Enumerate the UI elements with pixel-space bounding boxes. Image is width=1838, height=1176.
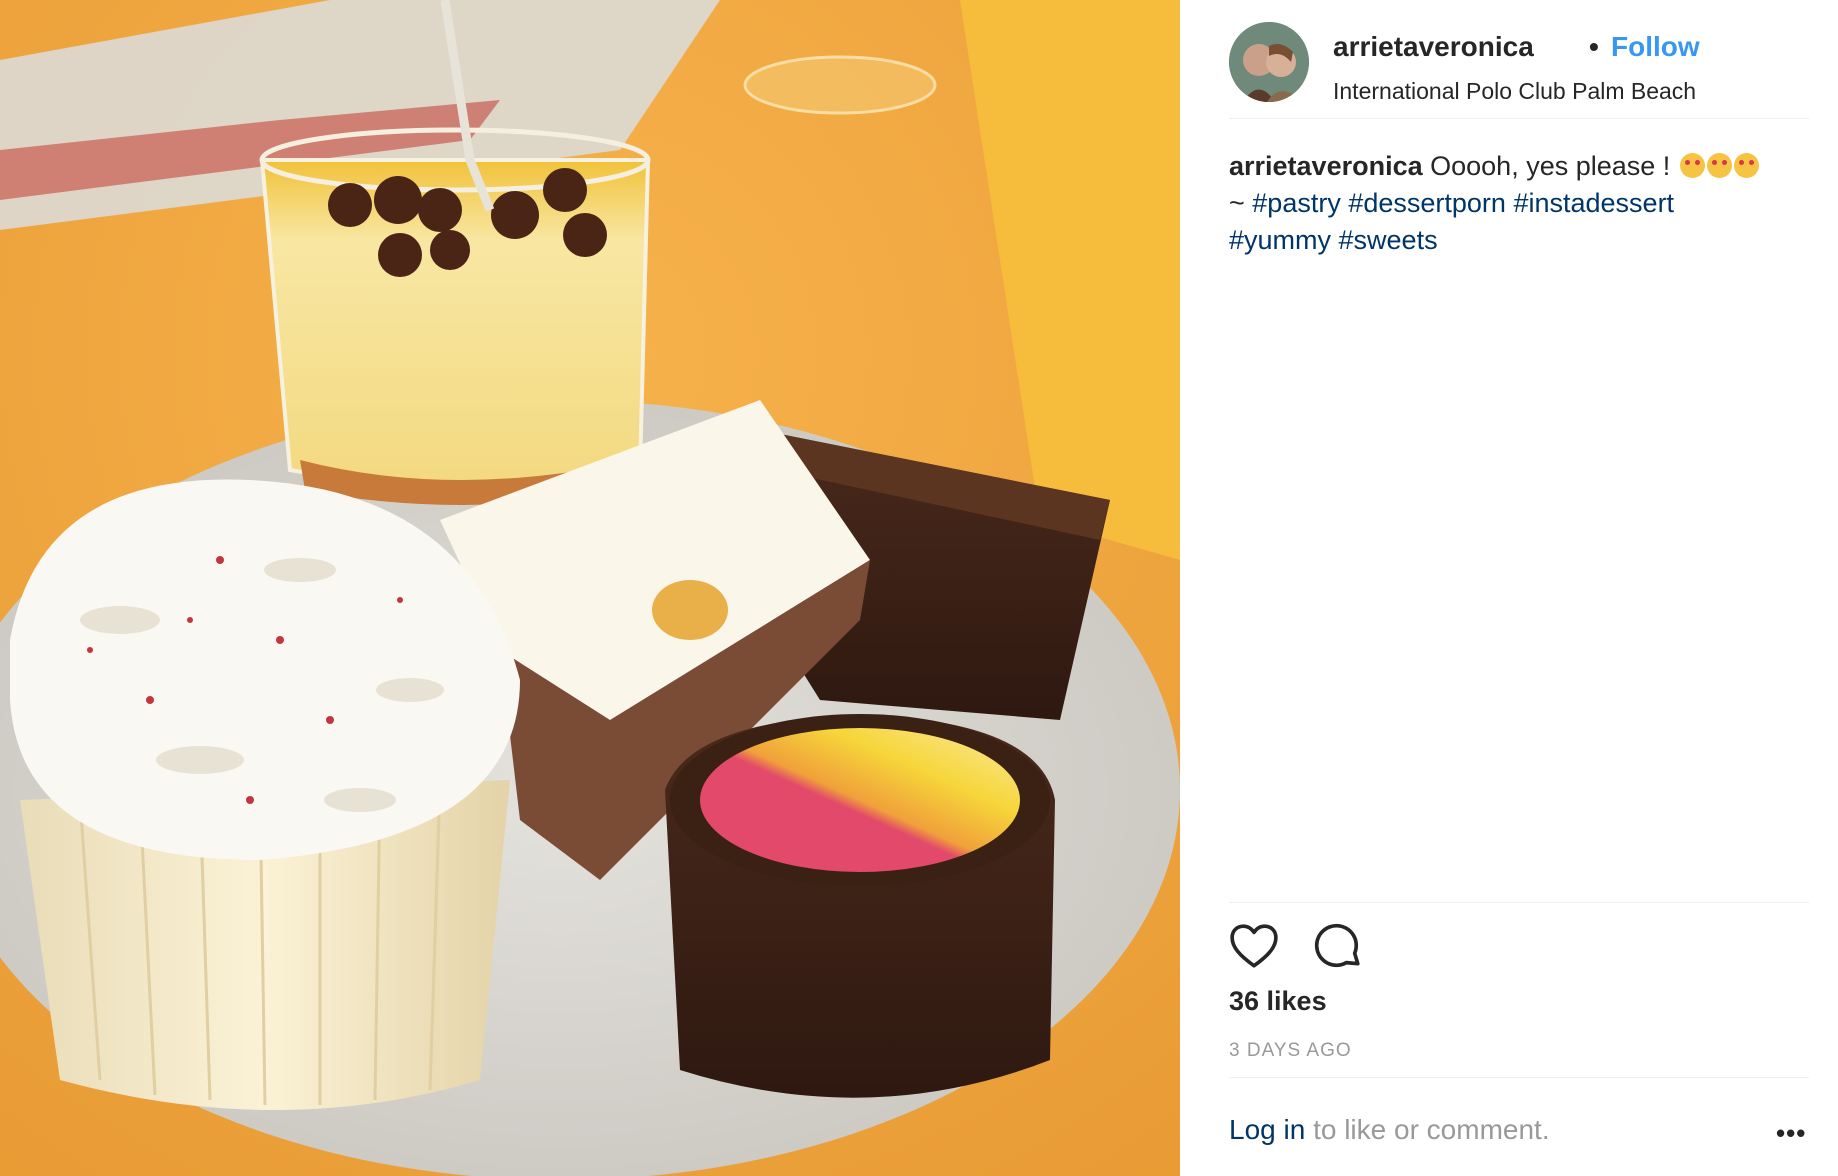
separator-dot: • <box>1589 31 1599 62</box>
hashtag-link[interactable]: #pastry <box>1252 188 1341 218</box>
post-timestamp[interactable]: 3 DAYS AGO <box>1229 1040 1352 1062</box>
instagram-post: arrietaveronica • Follow International P… <box>0 0 1838 1176</box>
login-link[interactable]: Log in <box>1229 1114 1305 1145</box>
post-header: arrietaveronica • Follow International P… <box>1229 22 1809 107</box>
speech-bubble-icon[interactable] <box>1313 922 1363 972</box>
avatar-photo <box>1229 22 1309 102</box>
hashtag-link[interactable]: #sweets <box>1339 225 1438 255</box>
footer-divider <box>1229 1077 1809 1078</box>
more-options-icon[interactable]: ••• <box>1776 1118 1806 1149</box>
smiling-emoji-icon <box>1706 153 1732 178</box>
avatar[interactable] <box>1229 22 1309 102</box>
hashtag-link[interactable]: #dessertporn <box>1348 188 1506 218</box>
smiling-emoji-icon <box>1733 153 1759 178</box>
heart-outline-icon[interactable] <box>1229 922 1279 972</box>
caption-username[interactable]: arrietaveronica <box>1229 151 1423 181</box>
post-photo[interactable] <box>0 0 1180 1176</box>
login-prompt-text: to like or comment. <box>1305 1114 1550 1145</box>
post-caption: arrietaveronica Ooooh, yes please ! ~ #p… <box>1229 148 1819 259</box>
location-link[interactable]: International Polo Club Palm Beach <box>1333 78 1696 105</box>
login-prompt: Log in to like or comment. <box>1229 1114 1550 1146</box>
dessert-plate-image <box>0 0 1180 1176</box>
hashtag-link[interactable]: #yummy <box>1229 225 1331 255</box>
follow-button[interactable]: Follow <box>1611 31 1700 63</box>
caption-text: Ooooh, yes please ! <box>1422 151 1678 181</box>
actions-divider <box>1229 902 1809 903</box>
caption-prefix: ~ <box>1229 188 1253 218</box>
like-count[interactable]: 36 likes <box>1229 986 1327 1017</box>
post-sidebar: arrietaveronica • Follow International P… <box>1180 0 1838 1176</box>
heart-eyes-emoji-icon <box>1679 153 1705 178</box>
header-divider <box>1229 118 1809 119</box>
hashtag-link[interactable]: #instadessert <box>1513 188 1674 218</box>
post-username[interactable]: arrietaveronica <box>1333 31 1534 63</box>
